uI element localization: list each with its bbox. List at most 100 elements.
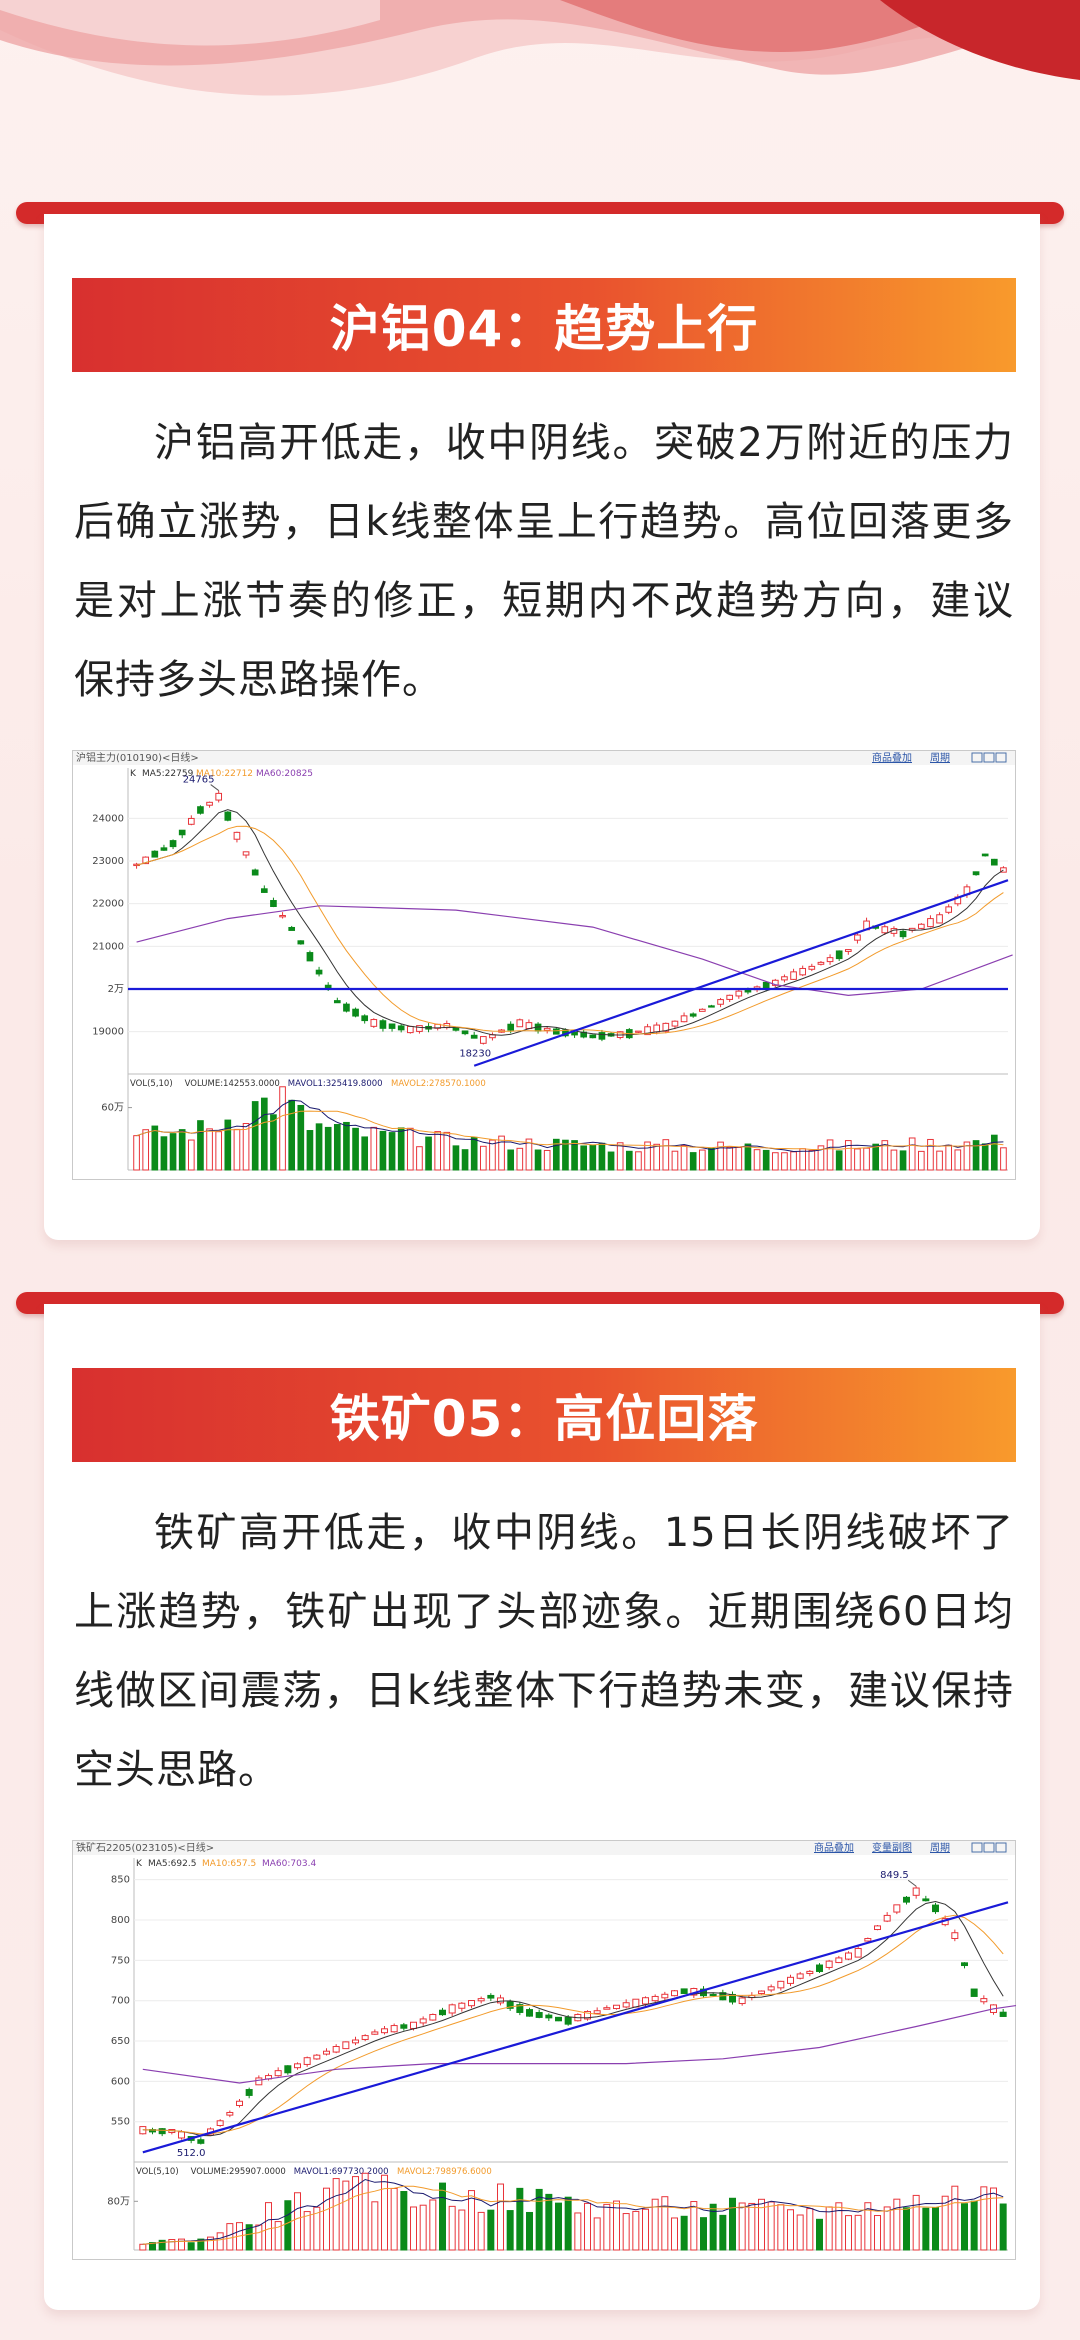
candle-body	[932, 1904, 939, 1913]
volume-bar	[284, 2200, 292, 2251]
candle-body	[796, 1973, 804, 1979]
candle-body	[274, 2070, 282, 2077]
candle-body	[661, 1993, 669, 1999]
volume-bar	[279, 1086, 286, 1171]
candle-body	[333, 1000, 341, 1004]
volume-bar	[790, 1151, 797, 1171]
volume-bar	[845, 2215, 852, 2251]
volume-bar	[771, 1152, 779, 1171]
chart-toolbar-item[interactable]: 变量副图	[872, 1841, 912, 1854]
volume-bar	[726, 1146, 734, 1171]
candle-body	[361, 2035, 369, 2040]
volume-bar	[671, 2217, 678, 2251]
volume-bar	[835, 1150, 843, 1171]
volume-bar	[589, 1144, 597, 1171]
volume-bar	[598, 1142, 606, 1171]
candle-body	[735, 990, 743, 997]
vol-legend-vol: VOL(5,10)	[130, 1079, 173, 1089]
candle-body	[603, 2007, 611, 2010]
candle-body	[516, 1019, 524, 1028]
volume-bar	[197, 1120, 204, 1171]
card-aluminum: 沪铝04：趋势上行 沪铝高开低走，收中阴线。突破2万附近的压力后确立涨势，日k线…	[44, 214, 1040, 1240]
candle-body	[233, 831, 241, 840]
volume-bar	[970, 2200, 978, 2251]
legend-ma60: MA60:20825	[256, 769, 313, 779]
candle-body	[535, 2012, 543, 2018]
y-tick-label: 19000	[92, 1027, 124, 1038]
annotation-high: 849.5	[880, 1870, 909, 1881]
candle-body	[526, 2009, 533, 2017]
legend-ma10: MA10:657.5	[202, 1859, 256, 1869]
volume-bar	[461, 1149, 469, 1171]
volume-bar	[903, 2207, 910, 2251]
volume-bar	[507, 1149, 515, 1171]
volume-bar	[206, 1128, 213, 1171]
candle-body	[452, 1027, 460, 1031]
volume-bar	[753, 1149, 761, 1171]
volume-bar	[584, 2202, 591, 2251]
candle-body	[400, 2024, 408, 2029]
card-banner-title: 铁矿05：高位回落	[72, 1368, 1016, 1462]
volume-bar	[863, 1147, 870, 1171]
candle-body	[758, 1990, 765, 1994]
chart-toolbar-item[interactable]: 周期	[930, 752, 950, 764]
volume-bar	[516, 1147, 524, 1171]
volume-bar	[526, 2211, 533, 2251]
candle-body	[899, 930, 907, 938]
volume-bar	[215, 1131, 223, 1171]
candle-body	[671, 1990, 678, 1997]
candlestick-chart-svg: 沪铝主力(010190)<日线> 周期商品叠加K MA5:22759 MA10:227…	[72, 750, 1016, 1180]
volume-bar	[835, 2202, 843, 2251]
candle-body	[945, 906, 953, 913]
volume-bar	[719, 2214, 727, 2251]
volume-bar	[932, 2207, 939, 2251]
candle-body	[671, 1020, 679, 1027]
volume-bar	[816, 2218, 823, 2251]
candle-body	[284, 2065, 292, 2074]
candle-body	[598, 1032, 606, 1040]
volume-bar	[381, 2174, 388, 2251]
candle-body	[825, 1960, 833, 1968]
candle-body	[854, 1947, 862, 1958]
volume-bar	[545, 2193, 553, 2251]
volume-bar	[400, 2191, 408, 2251]
volume-bar	[808, 1149, 816, 1171]
y-tick-label: 800	[111, 1915, 130, 1926]
candle-body	[429, 2013, 437, 2021]
candle-body	[497, 1997, 504, 2004]
vol-legend-mavol1: MAVOL1:697730.2000	[294, 2167, 389, 2177]
legend-ma60: MA60:703.4	[262, 1859, 316, 1869]
candle-body	[388, 1023, 396, 1029]
volume-bar	[980, 2186, 988, 2251]
volume-bar	[893, 2198, 901, 2251]
candle-body	[738, 1997, 746, 2005]
card-body-text: 铁矿高开低走，收中阴线。15日长阴线破坏了上涨趋势，铁矿出现了头部迹象。近期围绕…	[74, 1510, 1014, 1793]
y-tick-label: 24000	[92, 813, 124, 824]
candle-body	[912, 1887, 920, 1896]
candle-body	[564, 2016, 572, 2025]
candle-body	[487, 1994, 495, 1999]
chart-toolbar-item[interactable]: 商品叠加	[872, 751, 912, 764]
candle-body	[961, 1962, 968, 1967]
candle-body	[922, 1898, 930, 1902]
candle-body	[980, 1998, 988, 2003]
candle-body	[470, 1034, 478, 1039]
candle-body	[343, 1003, 350, 1012]
candle-body	[397, 1025, 405, 1031]
volume-bar	[169, 1133, 177, 1171]
volume-bar	[883, 2206, 891, 2251]
candle-body	[709, 1993, 717, 1997]
annotation-high: 24765	[183, 775, 215, 786]
vol-legend-vol: VOL(5,10)	[136, 2167, 179, 2177]
candle-body	[970, 1988, 978, 1997]
chart-toolbar-item[interactable]: 周期	[930, 1842, 950, 1854]
chart-title: 铁矿石2205(023105)<日线>	[76, 1841, 214, 1854]
chart-frame	[72, 1840, 1016, 2260]
card-banner-title: 沪铝04：趋势上行	[72, 278, 1016, 372]
candle-body	[571, 1031, 578, 1036]
candle-body	[726, 994, 734, 1000]
volume-bar	[616, 1142, 624, 1171]
chart-toolbar-item[interactable]: 商品叠加	[814, 1841, 854, 1854]
vol-legend-mavol2: MAVOL2:278570.1000	[391, 1079, 486, 1089]
volume-bar	[397, 1127, 405, 1171]
